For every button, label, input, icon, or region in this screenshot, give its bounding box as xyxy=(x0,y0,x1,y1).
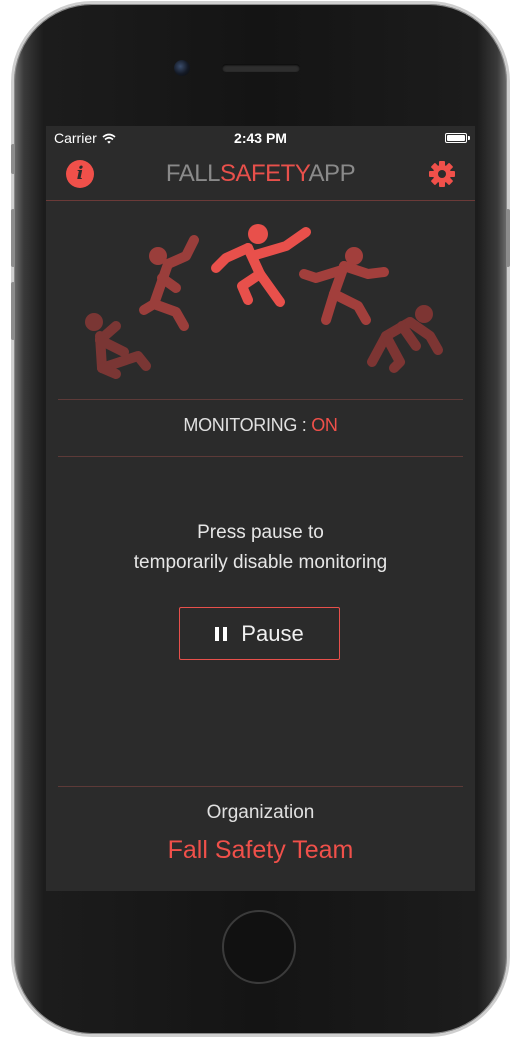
falling-person-sequence-icon xyxy=(85,224,443,379)
title-part-fall: FALL xyxy=(165,160,221,187)
divider-bottom xyxy=(58,786,463,787)
pause-instructions: Press pause to temporarily disable monit… xyxy=(46,518,475,578)
falling-figure-3 xyxy=(211,224,311,307)
gear-icon[interactable] xyxy=(428,160,456,188)
falling-figure-1 xyxy=(85,313,151,379)
pause-button[interactable]: Pause xyxy=(179,607,340,660)
organization-name: Fall Safety Team xyxy=(167,836,354,864)
app-screen: Carrier 2:43 PM i FALLSAFETYAPP MONITORI… xyxy=(46,126,475,891)
front-camera xyxy=(174,60,190,76)
volume-down-button xyxy=(11,282,15,340)
divider-middle xyxy=(58,456,463,457)
app-title: FALLSAFETYAPP xyxy=(46,160,475,188)
title-part-safety: SAFETY xyxy=(219,160,309,187)
falling-figure-4 xyxy=(299,247,389,325)
app-header: i FALLSAFETYAPP xyxy=(46,150,475,201)
falling-figure-5 xyxy=(367,305,443,373)
monitoring-label: MONITORING : xyxy=(183,415,312,435)
monitoring-status: MONITORING : ON xyxy=(46,415,475,436)
status-bar: Carrier 2:43 PM xyxy=(46,126,475,150)
instruction-line-2: temporarily disable monitoring xyxy=(133,552,388,573)
monitoring-state: ON xyxy=(311,415,338,435)
volume-up-button xyxy=(11,209,15,267)
pause-button-label: Pause xyxy=(241,620,304,646)
organization-label: Organization xyxy=(206,802,315,823)
battery-icon xyxy=(445,133,470,143)
power-button xyxy=(506,209,510,267)
divider-top xyxy=(58,399,463,400)
title-part-app: APP xyxy=(308,160,356,187)
mute-switch xyxy=(11,144,15,174)
home-button[interactable] xyxy=(222,910,296,984)
earpiece-speaker xyxy=(222,64,300,72)
instruction-line-1: Press pause to xyxy=(197,522,324,543)
pause-icon xyxy=(215,626,228,641)
falling-figure-2 xyxy=(139,235,199,331)
status-time: 2:43 PM xyxy=(234,130,287,146)
